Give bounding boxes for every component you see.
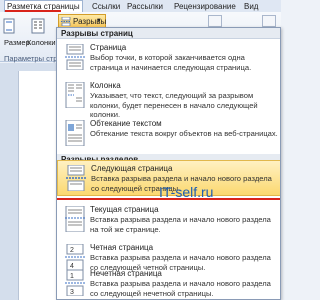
page-break-title: Страница [90,43,127,52]
svg-text:2: 2 [70,247,74,254]
document-page [18,71,58,300]
tab-references[interactable]: Ссылки [92,1,120,12]
size-icon[interactable] [3,18,15,34]
menu-item-current-page[interactable]: Текущая страница Вставка разрыва раздела… [57,202,280,240]
tab-mailings[interactable]: Рассылки [127,1,163,12]
tab-view[interactable]: Вид [244,1,258,12]
breaks-button[interactable]: Разрывы ▼ [58,14,106,28]
column-break-title: Колонка [90,81,121,90]
menu-item-text-wrapping[interactable]: Обтекание текстом Обтекание текста вокру… [57,116,280,154]
menu-item-odd-page[interactable]: 1 3 Нечетная страница Вставка разрыва ра… [57,266,280,299]
menu-item-page-break[interactable]: Страница Выбор точки, в которой заканчив… [57,40,280,78]
tab-review[interactable]: Рецензирование [174,1,236,12]
current-page-title: Текущая страница [90,205,159,214]
svg-text:3: 3 [70,289,74,296]
columns-button-label[interactable]: Колонки [27,38,56,47]
odd-page-desc: Вставка разрыва раздела и начало нового … [90,279,271,298]
breaks-icon [61,17,71,26]
breaks-dropdown-menu: Разрывы страниц Страница Выбор точки, в … [56,27,281,300]
odd-page-title: Нечетная страница [90,269,162,278]
next-page-title: Следующая страница [91,164,173,173]
menu-item-column-break[interactable]: Колонка Указывает, что текст, следующий … [57,78,280,119]
text-wrapping-title: Обтекание текстом [90,119,162,128]
red-underline-next-page [57,198,280,200]
page-break-desc: Выбор точки, в которой заканчивается одн… [90,53,252,72]
current-page-icon [65,206,85,232]
page-breaks-header: Разрывы страниц [57,28,280,39]
page-break-icon [65,44,85,70]
odd-page-icon: 1 3 [65,270,85,296]
ribbon-tabs: Разметка страницы Ссылки Рассылки Реценз… [0,0,281,12]
page-color-icon[interactable] [262,15,276,27]
next-page-icon [66,165,86,191]
current-page-desc: Вставка разрыва раздела и начало нового … [90,215,271,234]
text-wrapping-desc: Обтекание текста вокруг объектов на веб-… [90,129,278,138]
document-area [0,63,58,300]
even-page-title: Четная страница [90,243,154,252]
svg-text:1: 1 [70,273,74,280]
columns-icon[interactable] [31,18,45,34]
chevron-down-icon: ▼ [96,18,102,24]
watermark-icon[interactable] [208,15,222,27]
page-setup-group-label: Параметры стр [4,54,58,63]
column-break-icon [65,82,85,108]
text-wrapping-icon [65,120,85,146]
size-button-label[interactable]: Размер [4,38,30,47]
